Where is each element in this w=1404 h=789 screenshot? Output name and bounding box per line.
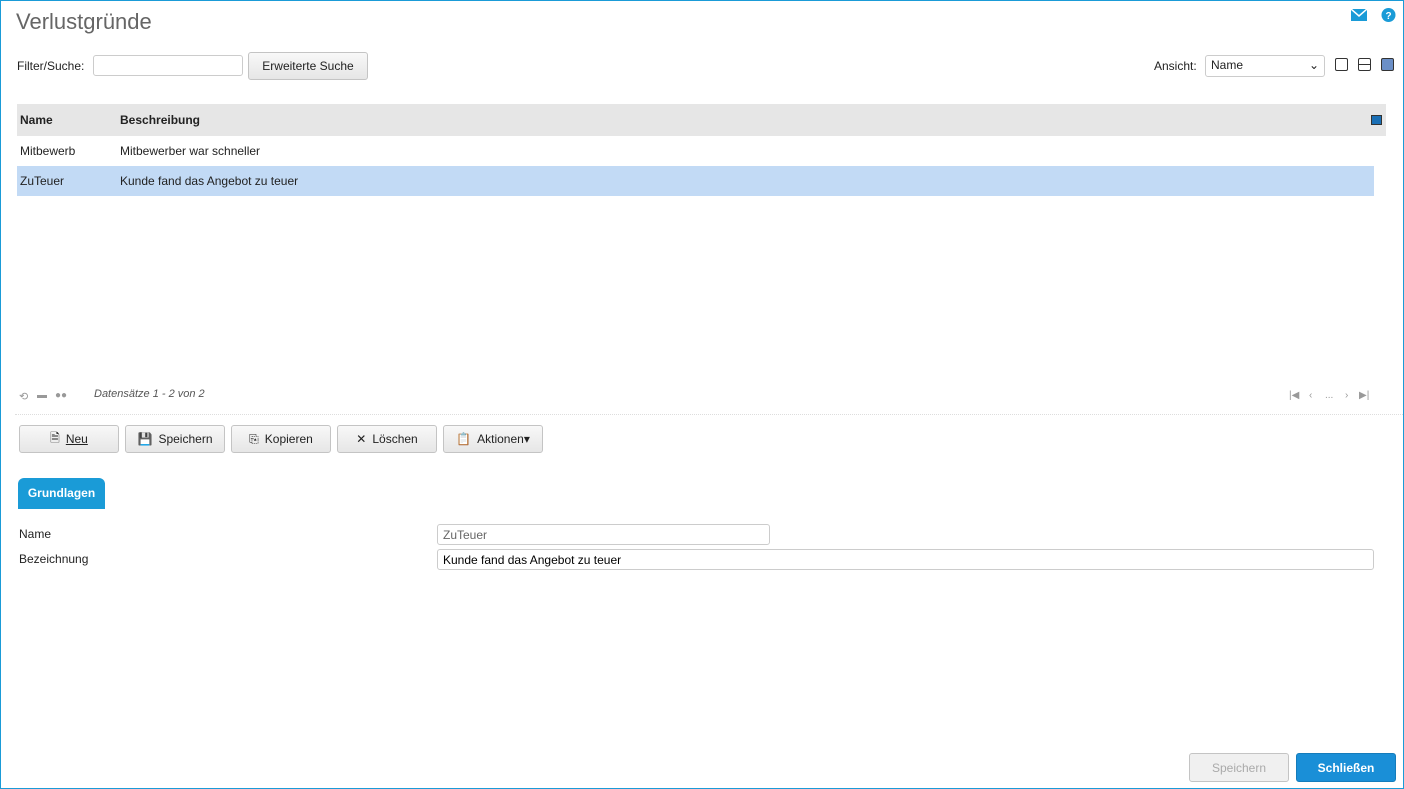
prev-page-icon[interactable]: ‹ (1309, 390, 1312, 401)
mail-icon[interactable] (1351, 9, 1367, 21)
cell-name: Mitbewerb (20, 144, 76, 158)
save-label: Speichern (158, 432, 213, 446)
page-title: Verlustgründe (16, 9, 152, 34)
refresh-icon[interactable]: ⟲ (19, 390, 28, 403)
cell-description: Kunde fand das Angebot zu teuer (120, 174, 299, 188)
new-label: Neu (65, 432, 88, 446)
actions-label: Aktionen (477, 432, 524, 446)
first-page-icon[interactable]: |◀ (1289, 390, 1299, 401)
svg-text:?: ? (1385, 11, 1391, 22)
save-button[interactable]: 💾 Speichern (125, 425, 225, 453)
name-field[interactable] (437, 524, 770, 545)
filter-label: Filter/Suche: (17, 59, 85, 73)
delete-label: Löschen (372, 432, 418, 446)
cell-name: ZuTeuer (20, 174, 65, 188)
page-ellipsis: ... (1325, 390, 1334, 401)
bezeichnung-field[interactable] (437, 549, 1374, 570)
floppy-icon: 💾 (137, 432, 153, 446)
bezeichnung-label: Bezeichnung (19, 552, 89, 566)
filter-input[interactable] (93, 55, 243, 76)
last-page-icon[interactable]: ▶| (1359, 390, 1369, 401)
divider (15, 414, 1404, 415)
name-label: Name (19, 527, 52, 541)
view-select[interactable]: Name ⌄ (1205, 55, 1325, 77)
record-count: Datensätze 1 - 2 von 2 (94, 388, 205, 400)
copy-icon: ⎘ (249, 431, 259, 446)
next-page-icon[interactable]: › (1345, 390, 1348, 401)
new-button[interactable]: 🗎 Neu (19, 425, 119, 453)
actions-button[interactable]: 📋 Aktionen ▾ (443, 425, 543, 453)
view-split-icon[interactable] (1358, 58, 1371, 71)
close-button[interactable]: Schließen (1296, 753, 1396, 782)
caret-down-icon: ▾ (523, 432, 530, 446)
view-select-value: Name (1211, 58, 1244, 72)
view-detail-icon[interactable] (1381, 58, 1394, 71)
cell-description: Mitbewerber war schneller (120, 144, 261, 158)
view-single-icon[interactable] (1335, 58, 1348, 71)
table-row-selected[interactable]: ZuTeuer Kunde fand das Angebot zu teuer (17, 166, 1374, 196)
grid-header: Name Beschreibung (17, 104, 1386, 136)
column-description[interactable]: Beschreibung (120, 104, 200, 136)
tab-grundlagen[interactable]: Grundlagen (18, 478, 105, 509)
footer-save-button[interactable]: Speichern (1189, 753, 1289, 782)
copy-label: Kopieren (264, 432, 313, 446)
copy-button[interactable]: ⎘ Kopieren (231, 425, 331, 453)
help-icon[interactable]: ? (1381, 8, 1396, 23)
delete-button[interactable]: ✕ Löschen (337, 425, 437, 453)
print-icon[interactable]: ▬ (37, 390, 47, 401)
column-name[interactable]: Name (20, 104, 53, 136)
advanced-search-button[interactable]: Erweiterte Suche (248, 52, 368, 80)
column-chooser-icon[interactable] (1371, 115, 1382, 125)
chevron-down-icon: ⌄ (1308, 58, 1319, 72)
close-icon: ✕ (356, 432, 367, 446)
settings-icon[interactable]: ●● (55, 390, 67, 401)
document-icon: 🗎 (50, 430, 60, 445)
table-row[interactable]: Mitbewerb Mitbewerber war schneller (17, 136, 1374, 166)
dialog-window: Verlustgründe ? Filter/Suche: Erweiterte… (0, 0, 1404, 789)
view-label: Ansicht: (1154, 59, 1197, 73)
clipboard-icon: 📋 (456, 432, 472, 446)
